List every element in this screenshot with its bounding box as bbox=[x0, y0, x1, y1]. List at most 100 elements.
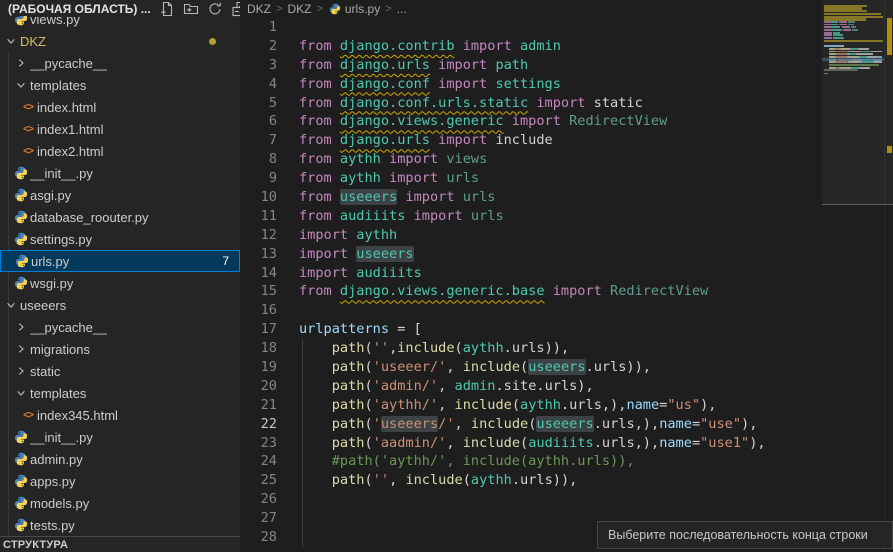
tree-item-dkz[interactable]: DKZ bbox=[0, 30, 240, 52]
tree-item-asgi-py[interactable]: asgi.py bbox=[0, 184, 240, 206]
tree-item-urls-py[interactable]: urls.py7 bbox=[0, 250, 240, 272]
code-line-19[interactable]: 19 path('useeer/', include(useeers.urls)… bbox=[240, 358, 893, 377]
tree-item-label: asgi.py bbox=[30, 188, 71, 203]
outline-section-header[interactable]: СТРУКТУРА bbox=[0, 536, 240, 552]
code-line-25[interactable]: 25 path('', include(aythh.urls)), bbox=[240, 471, 893, 490]
code-line-4[interactable]: 4from django.conf import settings bbox=[240, 75, 893, 94]
code-line-9[interactable]: 9from aythh import urls bbox=[240, 169, 893, 188]
line-number[interactable]: 4 bbox=[240, 75, 277, 94]
line-number[interactable]: 12 bbox=[240, 226, 277, 245]
code-line-11[interactable]: 11from audiiits import urls bbox=[240, 207, 893, 226]
chevron-down-icon[interactable] bbox=[12, 77, 30, 93]
line-number[interactable]: 21 bbox=[240, 396, 277, 415]
code-line-13[interactable]: 13import useeers bbox=[240, 245, 893, 264]
tree-item-admin-py[interactable]: admin.py bbox=[0, 448, 240, 470]
tree-item-index2-html[interactable]: <>index2.html bbox=[0, 140, 240, 162]
tree-item-templates[interactable]: templates bbox=[0, 382, 240, 404]
chevron-down-icon[interactable] bbox=[12, 385, 30, 401]
line-number[interactable]: 15 bbox=[240, 282, 277, 301]
collapse-all-icon[interactable] bbox=[231, 1, 240, 17]
code-line-1[interactable]: 1 bbox=[240, 18, 893, 37]
line-number[interactable]: 5 bbox=[240, 94, 277, 113]
tree-item-static[interactable]: static bbox=[0, 360, 240, 382]
breadcrumb-item-dkz[interactable]: DKZ bbox=[247, 2, 271, 16]
line-number[interactable]: 19 bbox=[240, 358, 277, 377]
code-line-8[interactable]: 8from aythh import views bbox=[240, 150, 893, 169]
code-line-26[interactable]: 26 bbox=[240, 490, 893, 509]
code-line-6[interactable]: 6from django.views.generic import Redire… bbox=[240, 112, 893, 131]
line-number[interactable]: 8 bbox=[240, 150, 277, 169]
breadcrumb-item-urls-py[interactable]: urls.py bbox=[328, 2, 380, 16]
scrollbar-slider[interactable] bbox=[822, 0, 893, 205]
line-number[interactable]: 20 bbox=[240, 377, 277, 396]
breadcrumb-item-dkz[interactable]: DKZ bbox=[287, 2, 311, 16]
code-line-18[interactable]: 18 path('',include(aythh.urls)), bbox=[240, 339, 893, 358]
line-number[interactable]: 7 bbox=[240, 131, 277, 150]
line-number[interactable]: 16 bbox=[240, 301, 277, 320]
code-line-17[interactable]: 17urlpatterns = [ bbox=[240, 320, 893, 339]
tree-item-database-roouter-py[interactable]: database_roouter.py bbox=[0, 206, 240, 228]
new-file-icon[interactable] bbox=[159, 1, 175, 17]
line-number[interactable]: 11 bbox=[240, 207, 277, 226]
line-number[interactable]: 14 bbox=[240, 264, 277, 283]
code-line-3[interactable]: 3from django.urls import path bbox=[240, 56, 893, 75]
line-number[interactable]: 17 bbox=[240, 320, 277, 339]
code-line-5[interactable]: 5from django.conf.urls.static import sta… bbox=[240, 94, 893, 113]
code-line-23[interactable]: 23 path('aadmin/', include(audiiits.urls… bbox=[240, 434, 893, 453]
line-number[interactable]: 18 bbox=[240, 339, 277, 358]
line-number[interactable]: 10 bbox=[240, 188, 277, 207]
chevron-down-icon[interactable] bbox=[2, 297, 20, 313]
chevron-down-icon[interactable] bbox=[2, 33, 20, 49]
code-line-22[interactable]: 22 path('useeers/', include(useeers.urls… bbox=[240, 415, 893, 434]
code-line-21[interactable]: 21 path('aythh/', include(aythh.urls,),n… bbox=[240, 396, 893, 415]
breadcrumb-item--[interactable]: ... bbox=[397, 2, 407, 16]
line-number[interactable]: 3 bbox=[240, 56, 277, 75]
tree-item-index1-html[interactable]: <>index1.html bbox=[0, 118, 240, 140]
chevron-right-icon[interactable] bbox=[12, 55, 30, 71]
chevron-right-icon[interactable] bbox=[12, 363, 30, 379]
line-number[interactable]: 2 bbox=[240, 37, 277, 56]
line-number[interactable]: 23 bbox=[240, 434, 277, 453]
tree-item-migrations[interactable]: migrations bbox=[0, 338, 240, 360]
tree-item-tests-py[interactable]: tests.py bbox=[0, 514, 240, 536]
tree-item-label: templates bbox=[30, 78, 86, 93]
tree-item--init-py[interactable]: __init__.py bbox=[0, 162, 240, 184]
tree-item--init-py[interactable]: __init__.py bbox=[0, 426, 240, 448]
code-line-12[interactable]: 12import aythh bbox=[240, 226, 893, 245]
tree-item-models-py[interactable]: models.py bbox=[0, 492, 240, 514]
tree-item-wsgi-py[interactable]: wsgi.py bbox=[0, 272, 240, 294]
tree-item-index345-html[interactable]: <>index345.html bbox=[0, 404, 240, 426]
tree-item-useeers[interactable]: useeers bbox=[0, 294, 240, 316]
tree-item-index-html[interactable]: <>index.html bbox=[0, 96, 240, 118]
line-number[interactable]: 24 bbox=[240, 452, 277, 471]
line-number[interactable]: 13 bbox=[240, 245, 277, 264]
line-number[interactable]: 26 bbox=[240, 490, 277, 509]
line-number[interactable]: 25 bbox=[240, 471, 277, 490]
code-line-14[interactable]: 14import audiiits bbox=[240, 264, 893, 283]
tree-item-settings-py[interactable]: settings.py bbox=[0, 228, 240, 250]
code-line-16[interactable]: 16 bbox=[240, 301, 893, 320]
line-number[interactable]: 22 bbox=[240, 415, 277, 434]
refresh-icon[interactable] bbox=[207, 1, 223, 17]
line-number[interactable]: 28 bbox=[240, 528, 277, 547]
tree-item-apps-py[interactable]: apps.py bbox=[0, 470, 240, 492]
code-line-24[interactable]: 24 #path('aythh/', include(aythh.urls)), bbox=[240, 452, 893, 471]
chevron-right-icon[interactable] bbox=[12, 341, 30, 357]
chevron-right-icon[interactable] bbox=[12, 319, 30, 335]
tree-item-templates[interactable]: templates bbox=[0, 74, 240, 96]
code-area[interactable]: 12from django.contrib import admin3from … bbox=[240, 18, 893, 547]
code-line-2[interactable]: 2from django.contrib import admin bbox=[240, 37, 893, 56]
new-folder-icon[interactable] bbox=[183, 1, 199, 17]
tree-item-label: admin.py bbox=[30, 452, 83, 467]
line-content: from django.urls import include bbox=[299, 132, 553, 148]
line-number[interactable]: 6 bbox=[240, 112, 277, 131]
line-number[interactable]: 1 bbox=[240, 18, 277, 37]
tree-item--pycache-[interactable]: __pycache__ bbox=[0, 52, 240, 74]
tree-item--pycache-[interactable]: __pycache__ bbox=[0, 316, 240, 338]
line-number[interactable]: 9 bbox=[240, 169, 277, 188]
line-number[interactable]: 27 bbox=[240, 509, 277, 528]
code-line-20[interactable]: 20 path('admin/', admin.site.urls), bbox=[240, 377, 893, 396]
code-line-7[interactable]: 7 from django.urls import include bbox=[240, 131, 893, 150]
code-line-15[interactable]: 15from django.views.generic.base import … bbox=[240, 282, 893, 301]
code-line-10[interactable]: 10from useeers import urls bbox=[240, 188, 893, 207]
